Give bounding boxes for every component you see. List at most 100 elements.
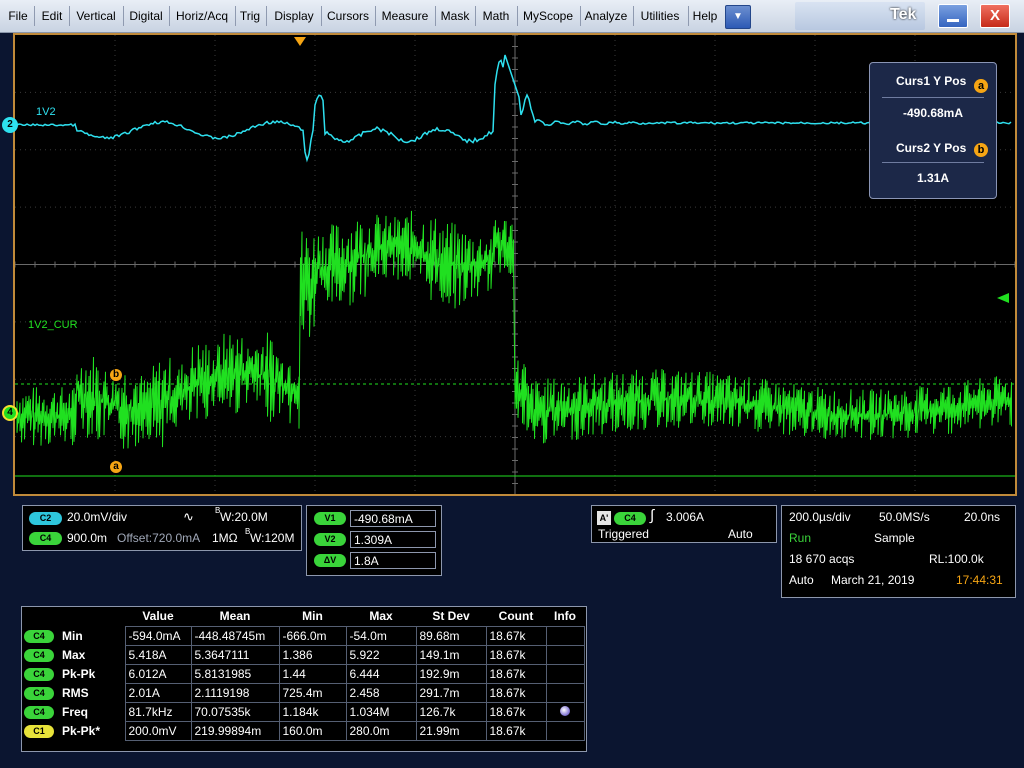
table-row[interactable]: C4 Freq 81.7kHz 70.07535k 1.184k 1.034M 126.7k… xyxy=(21,701,585,722)
meas-cell: 291.7m xyxy=(415,682,487,703)
meas-cell xyxy=(545,720,585,741)
menu-myscope[interactable]: MyScope xyxy=(519,0,577,32)
menu-mask[interactable]: Mask xyxy=(437,0,473,32)
menu-dropdown-button[interactable]: ▼ xyxy=(725,5,751,29)
header-st-dev: St Dev xyxy=(432,609,470,624)
meas-cell: 18.67k xyxy=(485,701,547,722)
meas-cell: 6.012A xyxy=(124,663,192,684)
meas-cell: 18.67k xyxy=(485,644,547,665)
curs2-badge: b xyxy=(974,143,988,157)
ch4-badge[interactable]: C4 xyxy=(29,532,62,545)
acquisition-count: 18 670 acqs xyxy=(789,552,855,566)
table-row[interactable]: C1 Pk-Pk* 200.0mV 219.99894m 160.0m 280.0m 21.… xyxy=(21,720,585,741)
menu-analyze[interactable]: Analyze xyxy=(582,0,630,32)
meas-cell: 126.7k xyxy=(415,701,487,722)
menu-trig[interactable]: Trig xyxy=(237,0,263,32)
run-status: Run xyxy=(789,531,812,545)
menu-horiz-acq[interactable]: Horiz/Acq xyxy=(171,0,233,32)
menu-math[interactable]: Math xyxy=(477,0,515,32)
ch2-position-marker[interactable]: 2 xyxy=(2,117,18,133)
menu-separator xyxy=(34,6,35,26)
ch2-trace-label: 1V2 xyxy=(36,106,56,118)
trigger-source-badge: C4 xyxy=(614,512,646,525)
meas-name: Max xyxy=(62,647,86,662)
meas-name: Freq xyxy=(62,704,89,719)
meas-cell xyxy=(545,644,585,665)
meas-cell: 1.034M xyxy=(345,701,417,722)
meas-cell: 2.1119198 xyxy=(190,682,280,703)
meas-cell: 21.99m xyxy=(415,720,487,741)
menu-help[interactable]: Help xyxy=(690,0,720,32)
meas-channel-badge: C4 xyxy=(24,630,54,643)
graticule-grid xyxy=(15,35,1015,494)
ch2-trace xyxy=(16,54,1012,163)
meas-cell: 6.444 xyxy=(345,663,417,684)
meas-channel-badge: C1 xyxy=(24,725,54,738)
menu-separator xyxy=(517,6,518,26)
header-value: Value xyxy=(142,609,174,624)
date: March 21, 2019 xyxy=(831,573,915,587)
meas-cell: -594.0mA xyxy=(124,625,192,646)
meas-cell: 18.67k xyxy=(485,720,547,741)
divider xyxy=(882,97,984,98)
trigger-position-marker xyxy=(294,37,306,46)
ch4-scale: 900.0m xyxy=(67,531,108,545)
meas-cell xyxy=(545,682,585,703)
info-icon[interactable] xyxy=(560,705,570,716)
menu-edit[interactable]: Edit xyxy=(36,0,68,32)
meas-cell: 5.418A xyxy=(124,644,192,665)
ch2-bandwidth: W:20.0M xyxy=(220,510,268,524)
ch2-badge[interactable]: C2 xyxy=(29,512,62,525)
resolution: 20.0ns xyxy=(964,510,1001,524)
waveform-display[interactable] xyxy=(13,33,1017,496)
menu-cursors[interactable]: Cursors xyxy=(323,0,373,32)
meas-cell: 219.99894m xyxy=(190,720,280,741)
meas-cell: 725.4m xyxy=(278,682,347,703)
meas-cell: 1.184k xyxy=(278,701,347,722)
meas-channel-badge: C4 xyxy=(24,706,54,719)
menu-utilities[interactable]: Utilities xyxy=(635,0,685,32)
header-info: Info xyxy=(554,609,576,624)
table-row[interactable]: C4 Max 5.418A 5.3647111 1.386 5.922 149.1m 18.6… xyxy=(21,644,585,665)
menu-separator xyxy=(321,6,322,26)
v2-value: 1.309A xyxy=(350,531,436,548)
minimize-button[interactable] xyxy=(938,4,968,28)
table-row[interactable]: C4 RMS 2.01A 2.1119198 725.4m 2.458 291.7m 18.6… xyxy=(21,682,585,703)
meas-cell: 5.3647111 xyxy=(190,644,280,665)
curs2-title: Curs2 Y Pos xyxy=(896,141,967,155)
cursor-a-marker[interactable]: a xyxy=(110,461,122,473)
ch4-bandwidth: W:120M xyxy=(250,531,295,545)
menu-separator xyxy=(123,6,124,26)
menu-digital[interactable]: Digital xyxy=(125,0,167,32)
meas-cell: 2.458 xyxy=(345,682,417,703)
meas-cell: 1.386 xyxy=(278,644,347,665)
close-button[interactable]: X xyxy=(980,4,1010,28)
curs1-title: Curs1 Y Pos xyxy=(896,74,967,88)
ac-coupling-icon: ∿ xyxy=(183,509,194,524)
menu-vertical[interactable]: Vertical xyxy=(71,0,121,32)
meas-channel-badge: C4 xyxy=(24,668,54,681)
menu-bar: File Edit Vertical Digital Horiz/Acq Tri… xyxy=(0,0,1024,33)
meas-cell: 2.01A xyxy=(124,682,192,703)
acquisition-mode: Sample xyxy=(874,531,915,545)
table-row[interactable]: C4 Min -594.0mA -448.48745m -666.0m -54.0m 89.… xyxy=(21,625,585,646)
menu-file[interactable]: File xyxy=(3,0,33,32)
ch4-position-marker[interactable]: 4 xyxy=(2,405,18,421)
menu-separator xyxy=(475,6,476,26)
menu-measure[interactable]: Measure xyxy=(377,0,433,32)
v1-value: -490.68mA xyxy=(350,510,436,527)
menu-display[interactable]: Display xyxy=(268,0,320,32)
curs1-value: -490.68mA xyxy=(902,106,964,120)
meas-cell: 18.67k xyxy=(485,682,547,703)
time: 17:44:31 xyxy=(956,573,1003,587)
menu-separator xyxy=(69,6,70,26)
waveform-canvas xyxy=(15,35,1015,494)
ch4-impedance: 1MΩ xyxy=(212,531,238,545)
cursor-readout[interactable]: Curs1 Y Pos a -490.68mA Curs2 Y Pos b 1.… xyxy=(869,62,997,199)
auto-mode: Auto xyxy=(789,573,814,587)
rising-edge-icon: ∫ xyxy=(650,507,655,524)
meas-cell: 18.67k xyxy=(485,663,547,684)
meas-name: Min xyxy=(62,628,83,643)
cursor-b-marker[interactable]: b xyxy=(110,369,122,381)
table-row[interactable]: C4 Pk-Pk 6.012A 5.8131985 1.44 6.444 192.9m 18.… xyxy=(21,663,585,684)
